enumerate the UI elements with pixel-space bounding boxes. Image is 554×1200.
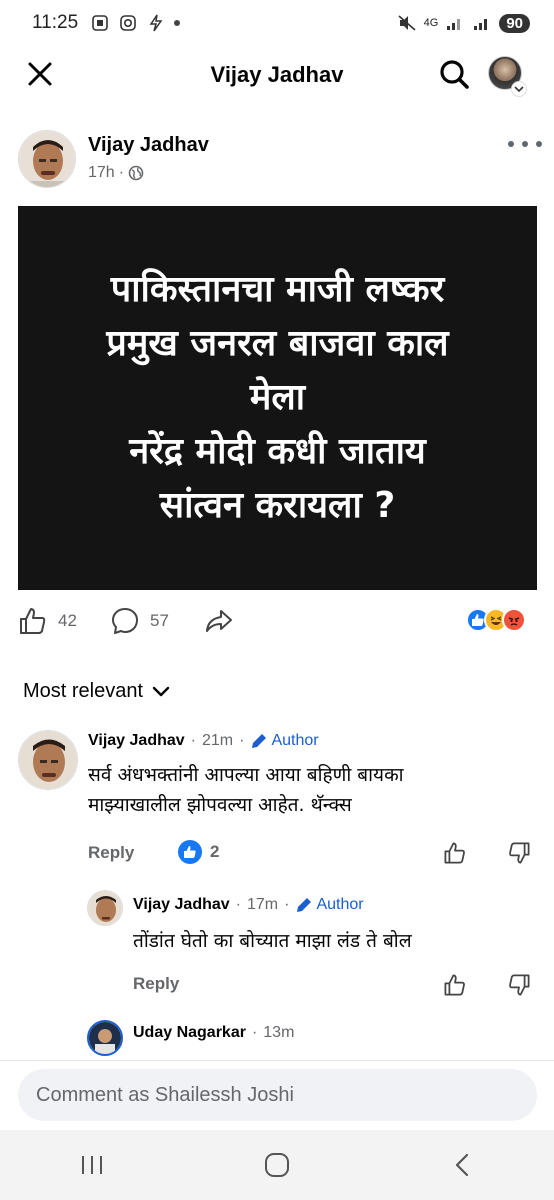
comment-author-avatar[interactable] (87, 890, 123, 926)
home-button[interactable] (247, 1140, 307, 1190)
comment-button[interactable]: 57 (110, 606, 169, 636)
comment-separator: · (235, 896, 241, 913)
search-button[interactable] (434, 54, 474, 94)
post-time[interactable]: 17h (88, 164, 115, 182)
comment: Vijay Jadhav · 21m · Author सर्व अंधभक्त… (0, 726, 554, 876)
share-icon (206, 610, 232, 632)
status-right-icons: 4G 90 (397, 13, 530, 33)
recent-apps-button[interactable] (62, 1140, 122, 1190)
chevron-down-icon (512, 82, 526, 96)
thumbs-up-icon (444, 974, 465, 996)
search-icon (440, 60, 469, 89)
comment-like-button[interactable] (442, 840, 468, 866)
system-nav-bar (0, 1130, 554, 1200)
comment-reply: Vijay Jadhav · 17m · Author तोंडांत घेतो… (0, 888, 554, 1000)
comment-reaction-count[interactable]: 2 (178, 840, 219, 864)
comment-author-name[interactable]: Vijay Jadhav (88, 732, 185, 750)
top-header: Vijay Jadhav (0, 46, 554, 104)
author-badge-label: Author (271, 732, 319, 749)
profile-menu-button[interactable] (488, 56, 528, 96)
comment-count: 57 (150, 611, 169, 630)
comment-bubble-icon (112, 608, 138, 634)
post-more-options-button[interactable] (508, 134, 542, 154)
mute-icon (397, 13, 417, 33)
comment-separator: · (284, 896, 290, 913)
thumbs-down-icon (509, 842, 530, 864)
comment-text: तोंडांत घेतो का बोच्यात माझा लंड ते बोल (133, 930, 412, 952)
angry-reaction-icon (502, 608, 526, 632)
comment-sort-dropdown[interactable]: Most relevant (23, 680, 171, 703)
thumbs-down-icon (509, 974, 530, 996)
post-meta: 17h · (88, 164, 144, 182)
comment-header: Uday Nagarkar · 13m (133, 1024, 294, 1042)
comment-like-button[interactable] (442, 972, 468, 998)
comment-author-name[interactable]: Uday Nagarkar (133, 1024, 246, 1042)
comment-author-avatar[interactable] (87, 1020, 123, 1056)
reaction-count: 2 (210, 842, 220, 861)
post-author-name[interactable]: Vijay Jadhav (88, 134, 209, 157)
more-dot-icon (508, 141, 514, 147)
post-image-text: पाकिस्तानचा माजी लष्कर प्रमुख जनरल बाजवा… (106, 269, 449, 526)
comment-header: Vijay Jadhav · 17m · Author (133, 896, 364, 914)
instagram-icon (118, 13, 138, 33)
comment-dislike-button[interactable] (506, 840, 532, 866)
battery-indicator: 90 (499, 13, 530, 33)
share-button[interactable] (204, 606, 234, 636)
author-badge: Author (250, 732, 319, 750)
reaction-summary[interactable] (466, 608, 526, 632)
back-button[interactable] (432, 1140, 492, 1190)
thumbs-up-icon (20, 608, 46, 634)
more-dot-icon (536, 141, 542, 147)
separator-dot: · (118, 164, 125, 181)
status-time: 11:25 (32, 12, 79, 33)
close-icon (28, 62, 52, 86)
globe-icon (128, 165, 144, 181)
author-badge: Author (295, 896, 364, 914)
comment-input[interactable]: Comment as Shailessh Joshi (18, 1069, 537, 1121)
pencil-icon (252, 734, 267, 748)
chevron-down-icon (152, 686, 170, 696)
author-badge-label: Author (316, 896, 364, 913)
comment-separator: · (239, 732, 245, 749)
recent-apps-icon (82, 1156, 103, 1174)
comment-separator: · (251, 1024, 258, 1041)
close-button[interactable] (20, 54, 60, 94)
like-reaction-icon (178, 840, 202, 864)
pencil-icon (297, 898, 312, 912)
network-label: 4G (423, 17, 439, 29)
back-icon (455, 1153, 468, 1177)
comment-separator: · (190, 732, 196, 749)
sort-label: Most relevant (23, 680, 144, 702)
comment-text: सर्व अंधभक्तांनी आपल्या आया बहिणी बायका … (88, 764, 404, 816)
more-dot-icon (522, 141, 528, 147)
post-author-avatar[interactable] (18, 130, 76, 188)
screenshot-icon (90, 13, 110, 33)
signal-icon-2 (472, 13, 492, 33)
notification-dot-icon (174, 20, 181, 26)
home-icon (264, 1153, 289, 1177)
flash-icon (146, 13, 166, 33)
signal-icon (445, 13, 465, 33)
post-image[interactable]: पाकिस्तानचा माजी लष्कर प्रमुख जनरल बाजवा… (18, 206, 537, 590)
status-left-icons (90, 13, 181, 33)
comment-time: 21m (201, 732, 234, 749)
like-button[interactable]: 42 (18, 606, 77, 636)
like-count: 42 (58, 611, 77, 630)
comment-time: 17m (246, 896, 279, 913)
reply-button[interactable]: Reply (133, 974, 179, 994)
reply-button[interactable]: Reply (88, 843, 134, 863)
post-actions: 42 57 (0, 600, 554, 644)
comment-author-avatar[interactable] (18, 730, 78, 790)
thumbs-up-icon (444, 842, 465, 864)
comment-reply: Uday Nagarkar · 13m (0, 1018, 554, 1060)
comment-header: Vijay Jadhav · 21m · Author (88, 732, 319, 750)
comment-author-name[interactable]: Vijay Jadhav (133, 896, 230, 914)
comment-composer: Comment as Shailessh Joshi (0, 1060, 554, 1130)
status-bar: 11:25 4G 90 (0, 0, 554, 46)
post-header: Vijay Jadhav 17h · (0, 128, 554, 192)
comment-time: 13m (263, 1024, 295, 1041)
comment-dislike-button[interactable] (506, 972, 532, 998)
